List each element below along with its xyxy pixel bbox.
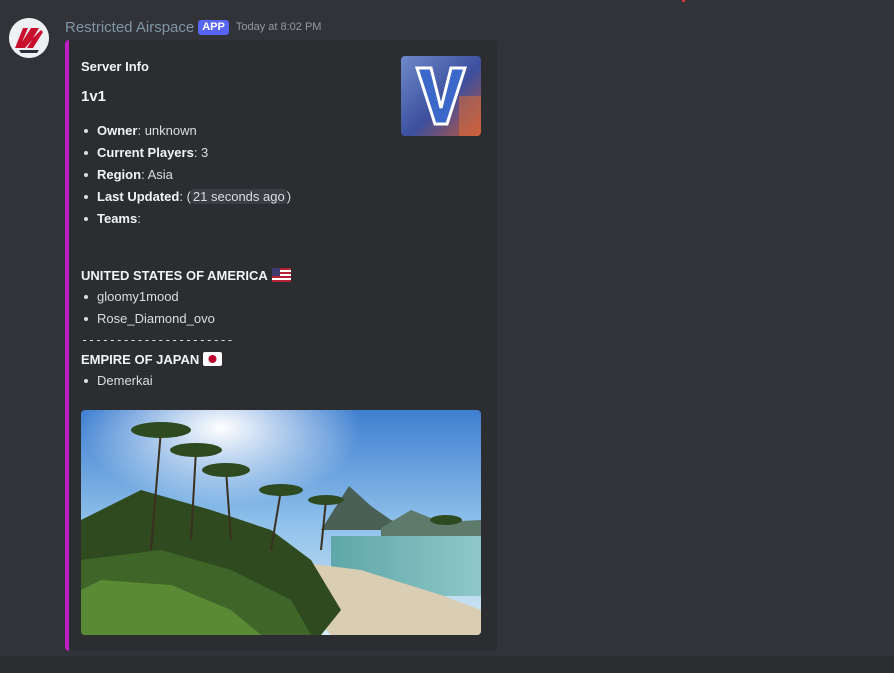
message-input-area [0, 656, 894, 673]
author-name[interactable]: Restricted Airspace [65, 19, 194, 36]
message-header: Restricted Airspace APP Today at 8:02 PM [65, 17, 321, 37]
field-current-players: Current Players: 3 [81, 142, 391, 164]
embed-thumbnail[interactable] [401, 56, 481, 136]
embed-author: Server Info [81, 59, 149, 74]
embed-image[interactable] [81, 410, 481, 635]
list-item: gloomy1mood [81, 286, 215, 308]
relative-timestamp[interactable]: 21 seconds ago [190, 189, 287, 204]
field-last-updated: Last Updated: (21 seconds ago) [81, 186, 391, 208]
team-list-usa: gloomy1mood Rose_Diamond_ovo [81, 286, 215, 330]
flag-jp-icon [203, 352, 223, 366]
avatar-logo-icon [9, 18, 49, 58]
team-heading-usa: UNITED STATES OF AMERICA [81, 265, 291, 285]
app-badge: APP [198, 19, 229, 35]
team-list-japan: Demerkai [81, 370, 153, 392]
embed-accent-bar [65, 40, 69, 651]
list-item: Rose_Diamond_ovo [81, 308, 215, 330]
chat-area: Restricted Airspace APP Today at 8:02 PM… [0, 0, 894, 673]
server-fields: Owner: unknown Current Players: 3 Region… [81, 120, 391, 230]
server-info-embed: Server Info 1v1 Owner: unknown Current P… [65, 40, 497, 651]
flag-us-icon [271, 268, 291, 282]
message-timestamp[interactable]: Today at 8:02 PM [236, 21, 322, 33]
team-heading-japan: EMPIRE OF JAPAN [81, 349, 223, 369]
field-owner: Owner: unknown [81, 120, 391, 142]
list-item: Demerkai [81, 370, 153, 392]
unread-indicator [682, 0, 685, 2]
battlefield-v-logo-icon [401, 56, 481, 136]
embed-title: 1v1 [81, 88, 107, 105]
field-region: Region: Asia [81, 164, 391, 186]
tropical-beach-landscape-icon [81, 410, 481, 635]
bot-avatar[interactable] [9, 18, 49, 58]
team-divider: ---------------------- [81, 333, 234, 347]
field-teams: Teams: [81, 208, 391, 230]
